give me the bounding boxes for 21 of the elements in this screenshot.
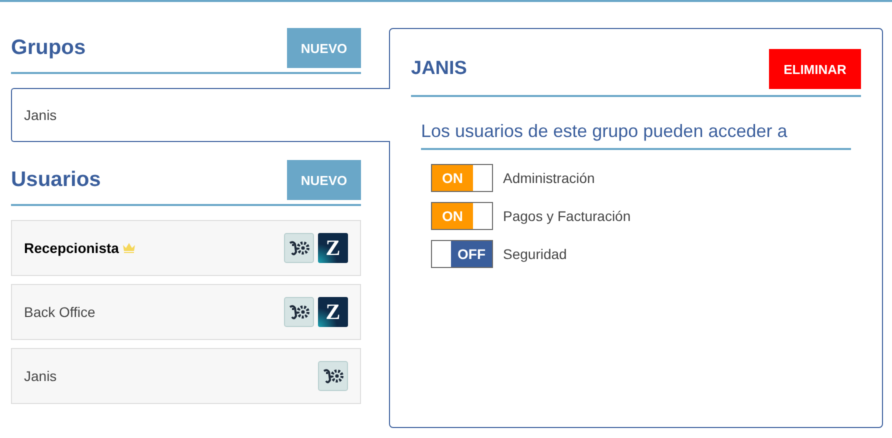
gear-icon[interactable] (284, 297, 314, 327)
user-item[interactable]: Janis (11, 348, 361, 404)
group-title: JANIS (411, 58, 467, 80)
group-item[interactable]: Janis (11, 88, 390, 142)
app-logo[interactable]: Z (318, 233, 348, 263)
section-title: Usuarios (11, 168, 101, 192)
gear-icon[interactable] (284, 233, 314, 263)
user-item[interactable]: Recepcionista Z (11, 220, 361, 276)
app-logo[interactable]: Z (318, 297, 348, 327)
toggle-switch[interactable]: OFF (431, 240, 493, 268)
delete-button[interactable]: ELIMINAR (769, 49, 861, 89)
user-name: Janis (24, 368, 57, 384)
section-subtitle: Los usuarios de este grupo pueden acceder a (421, 121, 851, 150)
permission-label: Pagos y Facturación (503, 208, 631, 224)
permission-label: Seguridad (503, 246, 567, 262)
gear-icon[interactable] (318, 361, 348, 391)
permission-label: Administración (503, 170, 595, 186)
section-title: Grupos (11, 36, 86, 60)
user-item[interactable]: Back Office Z (11, 284, 361, 340)
user-name: Back Office (24, 304, 96, 320)
user-name: Recepcionista (24, 240, 119, 256)
